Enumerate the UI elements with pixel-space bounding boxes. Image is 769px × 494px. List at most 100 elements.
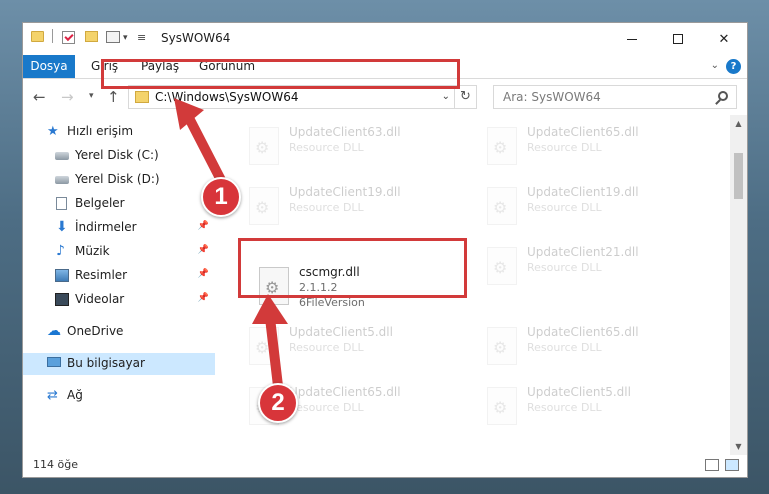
document-icon [56,197,67,210]
sidebar-item-label: Videolar [75,292,125,306]
pictures-icon [55,269,69,282]
tab-file[interactable]: Dosya [23,55,75,78]
download-icon: ⬇ [56,219,68,235]
step-1-badge: 1 [201,177,241,217]
video-icon [55,293,69,306]
step-2-badge: 2 [258,383,298,423]
sidebar-item-downloads[interactable]: ⬇ İndirmeler 📌 [23,217,215,239]
up-icon[interactable]: ↑ [107,88,120,106]
file-name: UpdateClient65.dll [527,125,639,139]
file-type: Resource DLL [527,201,602,214]
file-tile[interactable]: UpdateClient21.dll Resource DLL [477,241,697,291]
scroll-down-icon[interactable]: ▼ [730,438,747,455]
status-bar: 114 öğe [23,455,747,477]
file-tile[interactable]: UpdateClient63.dll Resource DLL [239,121,459,171]
file-type: Resource DLL [289,201,364,214]
file-tile[interactable]: UpdateClient19.dll Resource DLL [477,181,697,231]
folder-icon [135,91,149,103]
dll-file-icon [249,127,279,165]
sidebar-item-documents[interactable]: Belgeler [23,193,215,215]
sidebar-item-label: Bu bilgisayar [67,356,145,370]
address-bar-highlight [101,59,460,89]
sidebar-item-network[interactable]: ⇄ Ağ [23,385,215,407]
chevron-down-icon[interactable]: ▾ [123,33,128,43]
dll-file-icon [487,327,517,365]
minimize-icon [627,38,637,40]
scrollbar-thumb[interactable] [734,153,743,199]
file-type: Resource DLL [289,141,364,154]
item-count: 114 öğe [33,458,78,471]
sidebar-item-label: Resimler [75,268,128,282]
pin-icon[interactable]: 📌 [198,245,209,255]
network-icon: ⇄ [47,388,58,403]
file-type: Resource DLL [527,261,602,274]
chevron-down-icon[interactable]: ⌄ [442,91,450,102]
pin-icon[interactable]: 📌 [198,293,209,303]
cloud-icon: ☁ [47,323,61,339]
folder-icon[interactable] [31,31,44,42]
sidebar-item-label: OneDrive [67,324,124,338]
file-name: UpdateClient63.dll [289,125,401,139]
file-name: UpdateClient21.dll [527,245,639,259]
dll-file-icon [487,127,517,165]
toolbar-divider [52,29,53,43]
dll-file-icon [487,387,517,425]
star-icon: ★ [47,124,59,139]
recent-locations-icon[interactable]: ▾ [89,91,94,101]
sidebar-item-music[interactable]: ♪ Müzik 📌 [23,241,215,263]
sidebar-item-label: İndirmeler [75,220,137,234]
disk-icon [55,176,69,184]
new-folder-icon[interactable] [85,31,98,42]
sidebar-item-label: Hızlı erişim [67,124,134,138]
maximize-button[interactable] [655,23,701,55]
forward-icon[interactable]: → [61,88,74,106]
file-name: UpdateClient19.dll [289,185,401,199]
details-view-icon[interactable] [705,459,719,471]
sidebar-item-label: Belgeler [75,196,125,210]
refresh-icon[interactable]: ↻ [454,86,476,108]
file-type: Resource DLL [527,341,602,354]
tiles-view-icon[interactable] [725,459,739,471]
search-placeholder[interactable]: Ara: SysWOW64 [503,90,601,104]
pin-icon[interactable]: 📌 [198,269,209,279]
file-tile[interactable]: UpdateClient65.dll Resource DLL [477,121,697,171]
back-icon[interactable]: ← [33,88,46,106]
pin-icon[interactable]: 📌 [198,221,209,231]
file-name: UpdateClient65.dll [527,325,639,339]
scroll-up-icon[interactable]: ▲ [730,115,747,132]
expand-ribbon-icon[interactable]: ⌄ [711,60,719,71]
properties-icon[interactable] [62,31,75,44]
sidebar-item-label: Ağ [67,388,83,402]
maximize-icon [673,34,683,44]
view-icon[interactable] [106,31,120,43]
music-icon: ♪ [56,243,65,259]
search-input[interactable]: Ara: SysWOW64 [493,85,737,109]
window-title: SysWOW64 [161,31,231,45]
sidebar-item-label: Müzik [75,244,110,258]
help-icon[interactable]: ? [726,59,741,74]
sidebar-item-onedrive[interactable]: ☁ OneDrive [23,321,215,343]
close-button[interactable]: ✕ [701,23,747,55]
sidebar-item-videos[interactable]: Videolar 📌 [23,289,215,311]
file-tile[interactable]: UpdateClient5.dll Resource DLL [477,381,697,431]
dll-file-icon [487,247,517,285]
file-type: Resource DLL [527,401,602,414]
disk-icon [55,152,69,160]
file-tile[interactable]: UpdateClient65.dll Resource DLL [477,321,697,371]
dll-file-icon [249,187,279,225]
vertical-scrollbar[interactable]: ▲ ▼ [730,115,747,455]
file-name: UpdateClient19.dll [527,185,639,199]
title-bar: ▾ ≡ SysWOW64 ✕ [23,23,747,55]
sidebar-item-pictures[interactable]: Resimler 📌 [23,265,215,287]
sidebar-item-label: Yerel Disk (C:) [75,148,159,162]
arrow-to-file-icon [252,294,288,391]
file-type: Resource DLL [527,141,602,154]
minimize-button[interactable] [609,23,655,55]
sidebar-item-this-pc[interactable]: Bu bilgisayar [23,353,215,375]
file-type: Resource DLL [289,401,364,414]
dll-file-icon [487,187,517,225]
search-icon[interactable] [718,91,728,101]
file-tile[interactable]: UpdateClient19.dll Resource DLL [239,181,459,231]
customize-toolbar-icon[interactable]: ≡ [137,31,146,44]
computer-icon [47,357,61,367]
